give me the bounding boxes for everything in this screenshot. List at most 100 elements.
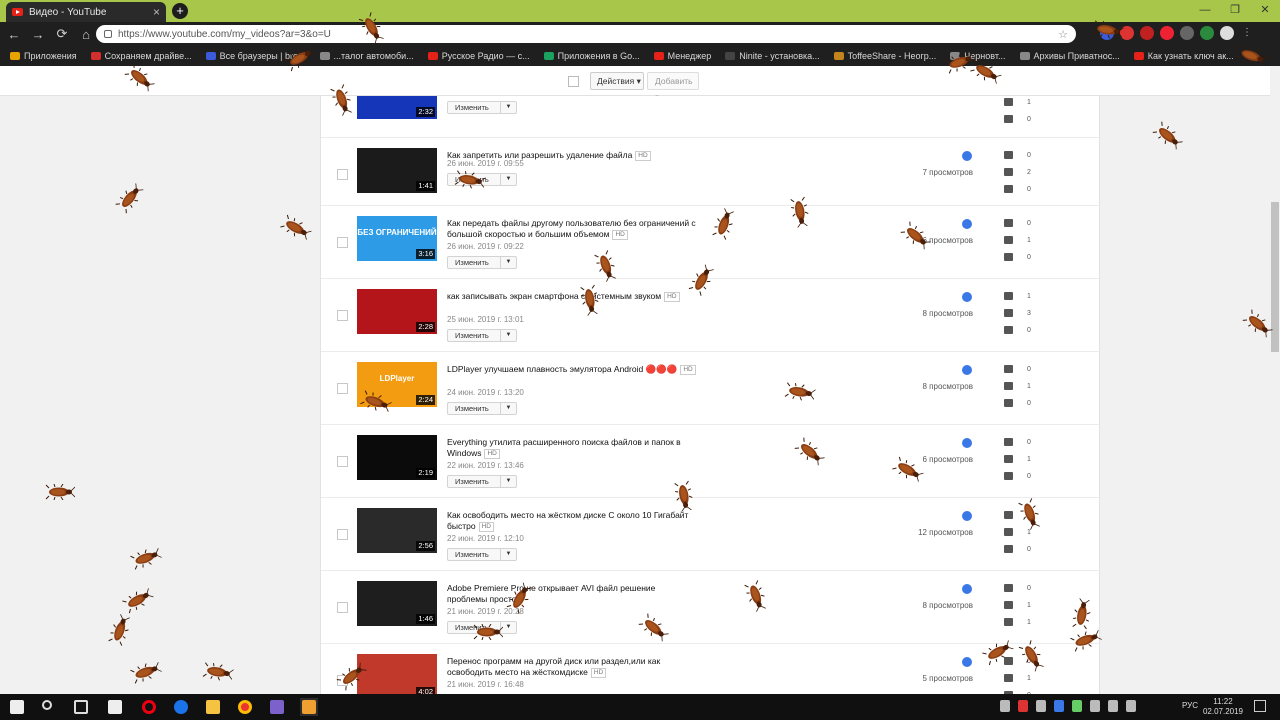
bookmark-item[interactable]: Архивы Приватнос... [1019,51,1120,61]
video-select-checkbox[interactable] [337,383,348,394]
taskbar-clock[interactable]: 11:22 02.07.2019 [1200,697,1246,717]
thumbs-down-icon[interactable] [1004,618,1013,626]
edit-dropdown-caret-icon[interactable]: ▼ [500,102,516,113]
task-view-icon[interactable] [72,698,90,716]
video-thumbnail[interactable]: 4:02 [357,654,437,694]
search-icon[interactable] [40,698,58,716]
thumbs-up-icon[interactable] [1004,601,1013,609]
file-explorer-icon[interactable] [204,698,222,716]
thumbs-up-icon[interactable] [1004,382,1013,390]
network-icon[interactable] [1090,700,1100,712]
select-all-checkbox[interactable] [568,76,579,87]
tray-icon[interactable] [1000,700,1010,712]
new-tab-button[interactable]: + [172,3,188,19]
comment-icon[interactable] [1004,292,1013,300]
edge-icon[interactable] [172,698,190,716]
comment-icon[interactable] [1004,151,1013,159]
comment-icon[interactable] [1004,438,1013,446]
maximize-button[interactable]: ❐ [1220,0,1250,22]
comment-icon[interactable] [1004,511,1013,519]
video-thumbnail[interactable]: видос с2:32 [357,96,437,119]
bookmark-star-icon[interactable]: ☆ [1058,28,1068,41]
video-title-link[interactable]: Перенос программ на другой диск или разд… [447,656,697,678]
thumbs-up-icon[interactable] [1004,236,1013,244]
actions-dropdown-button[interactable]: Действия ▾ [590,72,644,90]
thumbs-up-icon[interactable] [1004,528,1013,536]
video-select-checkbox[interactable] [337,529,348,540]
video-thumbnail[interactable]: 1:46 [357,581,437,626]
video-select-checkbox[interactable] [337,310,348,321]
bookmark-item[interactable]: Приложения в Go... [543,51,640,61]
edit-video-button[interactable]: Изменить ▼ [447,256,517,269]
edit-dropdown-caret-icon[interactable]: ▼ [500,549,516,560]
edit-video-button[interactable]: Изменить ▼ [447,329,517,342]
comment-icon[interactable] [1004,584,1013,592]
video-thumbnail[interactable]: 2:56 [357,508,437,553]
edit-dropdown-caret-icon[interactable]: ▼ [500,403,516,414]
bookmark-item[interactable]: ...талог автомоби... [319,51,414,61]
keyboard-icon[interactable] [1126,700,1136,712]
store-icon[interactable] [106,698,124,716]
edit-video-button[interactable]: Изменить ▼ [447,402,517,415]
profile-avatar[interactable] [1220,26,1234,40]
video-title-link[interactable]: Everything утилита расширенного поиска ф… [447,437,697,459]
thumbs-up-icon[interactable] [1004,309,1013,317]
tab-close-icon[interactable]: × [153,5,160,19]
tray-icon[interactable] [1036,700,1046,712]
video-select-checkbox[interactable] [337,237,348,248]
edit-dropdown-caret-icon[interactable]: ▼ [500,257,516,268]
thumbs-down-icon[interactable] [1004,326,1013,334]
extension-icon[interactable] [1140,26,1154,40]
edit-video-button[interactable]: Изменить ▼ [447,548,517,561]
extension-icon[interactable] [1200,26,1214,40]
extension-icon[interactable] [1180,26,1194,40]
thumbs-up-icon[interactable] [1004,674,1013,682]
thumbs-down-icon[interactable] [1004,253,1013,261]
bookmark-item[interactable]: Как узнать ключ ак... [1133,51,1234,61]
address-bar[interactable]: https://www.youtube.com/my_videos?ar=3&o… [96,25,1076,43]
adblock-icon[interactable] [1160,26,1174,40]
thumbs-up-icon[interactable] [1004,98,1013,106]
bookmark-item[interactable]: Сохраняем драйве... [90,51,192,61]
video-title-link[interactable]: Как освободить место на жёстком диске С … [447,510,697,532]
chrome-icon[interactable] [236,698,254,716]
video-title-link[interactable]: как записывать экран смартфона с системн… [447,291,697,302]
reload-button[interactable]: ⟳ [52,26,72,42]
video-thumbnail[interactable]: 2:28 [357,289,437,334]
video-title-link[interactable]: Как передать файлы другому пользователю … [447,218,697,240]
thumbs-down-icon[interactable] [1004,399,1013,407]
tab-youtube-videos[interactable]: Видео - YouTube × [6,2,166,22]
close-window-button[interactable]: ✕ [1250,0,1280,22]
minimize-button[interactable]: — [1190,0,1220,22]
visual-studio-icon[interactable] [268,698,286,716]
page-scrollbar[interactable] [1270,66,1280,694]
thumbs-down-icon[interactable] [1004,115,1013,123]
comment-icon[interactable] [1004,365,1013,373]
add-to-button[interactable]: Добавить в [647,72,699,102]
thumbs-down-icon[interactable] [1004,545,1013,553]
video-thumbnail[interactable]: 2:19 [357,435,437,480]
tray-icon[interactable] [1072,700,1082,712]
edit-dropdown-caret-icon[interactable]: ▼ [500,174,516,185]
volume-icon[interactable] [1108,700,1118,712]
thumbs-up-icon[interactable] [1004,455,1013,463]
bookmark-item[interactable]: Менеджер [653,51,711,61]
comment-icon[interactable] [1004,219,1013,227]
bookmark-item[interactable]: Ninite - установка... [725,51,820,61]
input-language[interactable]: РУС [1182,701,1198,710]
video-select-checkbox[interactable] [337,602,348,613]
edit-dropdown-caret-icon[interactable]: ▼ [500,330,516,341]
home-button[interactable]: ⌂ [76,27,96,42]
tray-icon[interactable] [1018,700,1028,712]
comment-icon[interactable] [1004,657,1013,665]
edit-video-button[interactable]: Изменить ▼ [447,475,517,488]
bookmark-item[interactable]: Русское Радио — с... [427,51,530,61]
video-select-checkbox[interactable] [337,456,348,467]
edit-dropdown-caret-icon[interactable]: ▼ [500,476,516,487]
thumbs-down-icon[interactable] [1004,185,1013,193]
video-thumbnail[interactable]: 1:41 [357,148,437,193]
video-editor-icon[interactable] [300,698,318,716]
edit-video-button[interactable]: Изменить ▼ [447,101,517,114]
video-title-link[interactable]: LDPlayer улучшаем плавность эмулятора An… [447,364,697,375]
back-button[interactable]: ← [4,27,24,42]
